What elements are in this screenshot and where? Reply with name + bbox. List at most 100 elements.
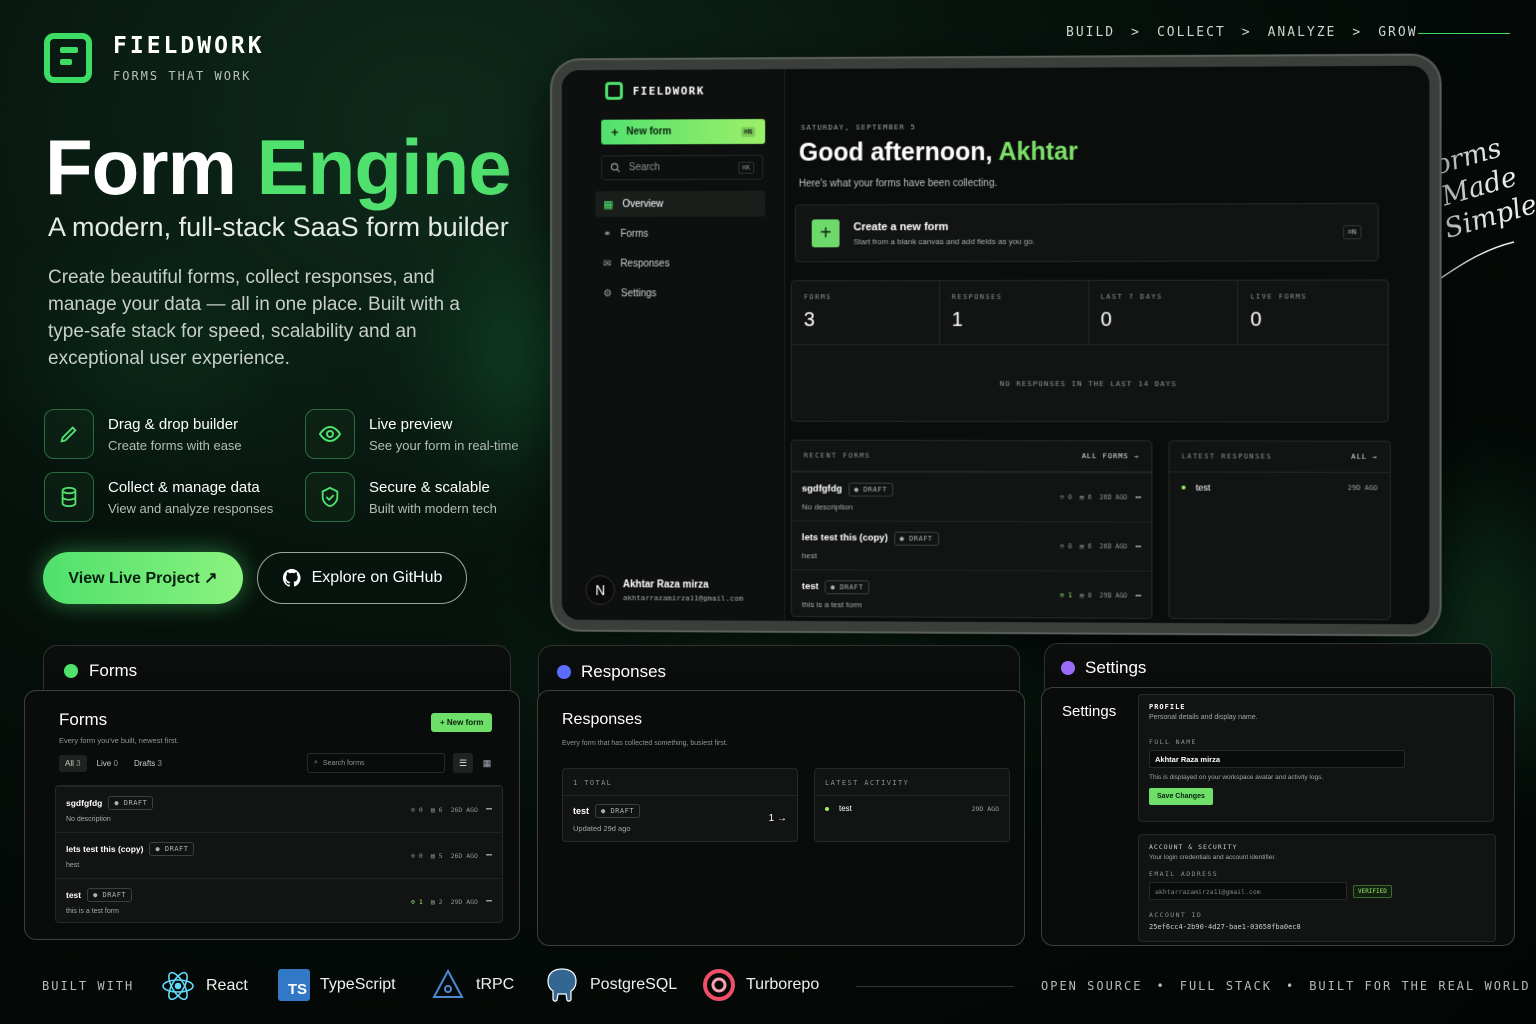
user-email: akhtarrazamirza11@gmail.com — [623, 593, 743, 603]
table-row[interactable]: sgdfgfdg ● DRAFT No description ⊖ 0 ▤ 6 2… — [56, 786, 502, 832]
grid-view-icon[interactable]: ▦ — [477, 753, 497, 773]
response-row[interactable]: test ● DRAFT Updated 29d ago 1 → — [563, 796, 797, 841]
filter-drafts[interactable]: Drafts 3 — [128, 755, 168, 772]
gear-icon: ⚙ — [603, 288, 612, 299]
explore-github-button[interactable]: Explore on GitHub — [257, 552, 467, 604]
create-title: Create a new form — [853, 220, 1034, 232]
save-changes-button[interactable]: Save Changes — [1149, 788, 1213, 805]
responses-value: 0 — [419, 852, 423, 860]
table-row[interactable]: lets test this (copy) ● DRAFT hest ⊖ 0 ▤ … — [792, 520, 1151, 570]
fields-value: 0 — [1088, 591, 1092, 599]
responses-window: Responses Every form that has collected … — [537, 690, 1025, 946]
app-sidebar: FIELDWORK + New form ⌘N Search ⌘K ▦ Overvi… — [562, 69, 785, 621]
activity-age: 29D AGO — [972, 805, 999, 813]
feature-desc: Built with modern tech — [369, 501, 497, 516]
react-icon — [160, 968, 196, 1004]
tech-label: Turborepo — [746, 976, 819, 994]
search-input[interactable]: Search ⌘K — [601, 155, 763, 180]
email-label: EMAIL ADDRESS — [1149, 870, 1485, 878]
filter-label: Live — [97, 759, 112, 768]
sidebar-label: Responses — [620, 258, 669, 269]
sidebar-item-responses[interactable]: ✉ Responses — [595, 250, 765, 276]
responses-total: 1 TOTAL — [563, 769, 797, 796]
table-row[interactable]: test ● DRAFT this is a test form ⊖ 1 ▤ 2 … — [56, 878, 502, 924]
fields-count: ▤ 6 — [1080, 493, 1092, 501]
stat-label: LIVE FORMS — [1250, 293, 1375, 301]
form-meta: ⊖ 0 ▤ 6 26D AGO ⋯ — [411, 804, 492, 815]
forms-search-input[interactable]: ⌕ Search forms — [307, 753, 445, 773]
feature-desc: See your form in real-time — [369, 438, 519, 453]
footer-divider — [856, 986, 1014, 987]
fields-value: 6 — [1088, 493, 1092, 501]
more-icon[interactable]: ⋯ — [486, 804, 492, 815]
user-name: Akhtar Raza mirza — [623, 579, 743, 590]
latest-responses-card: LATEST RESPONSES ALL → test 29D AGO — [1168, 440, 1390, 620]
sidebar-label: Settings — [621, 288, 657, 299]
activity-name: test — [839, 804, 852, 813]
responses-value: 0 — [1068, 542, 1072, 550]
hero-title-a: Form — [45, 123, 236, 211]
account-id: 25ef6cc4-2b90-4d27-bae1-03658fba0ec8 — [1149, 923, 1485, 931]
postgresql-icon — [544, 966, 580, 1004]
latest-activity-title: LATEST ACTIVITY — [815, 769, 1009, 796]
table-row[interactable]: test ● DRAFT this is a test form ⊖ 1 ▤ 0 … — [792, 569, 1151, 620]
pencil-icon — [44, 409, 94, 459]
tech-label: React — [206, 977, 248, 995]
database-icon — [44, 472, 94, 522]
form-name: lets test this (copy) — [66, 844, 143, 854]
grid-icon: ▦ — [603, 198, 613, 211]
handwritten-underline — [1436, 238, 1516, 284]
list-view-icon[interactable]: ☰ — [453, 753, 473, 773]
more-icon[interactable]: ⋯ — [486, 850, 492, 861]
table-row[interactable]: lets test this (copy) ● DRAFT hest ⊖ 0 ▤ … — [56, 832, 502, 878]
filter-live[interactable]: Live 0 — [91, 755, 124, 772]
stat-responses: RESPONSES 1 — [940, 281, 1089, 344]
new-form-button[interactable]: + New form ⌘N — [601, 119, 765, 145]
sidebar-item-overview[interactable]: ▦ Overview — [595, 191, 765, 217]
status-badge: ● DRAFT — [894, 531, 939, 545]
create-form-card[interactable]: + Create a new form Start from a blank c… — [795, 203, 1379, 262]
purple-dot — [1061, 661, 1075, 675]
full-name-hint: This is displayed on your workspace avat… — [1149, 774, 1483, 781]
user-card[interactable]: N Akhtar Raza mirza akhtarrazamirza11@gm… — [585, 570, 773, 611]
more-icon[interactable]: ⋯ — [1135, 492, 1141, 503]
form-meta: ⊖ 0 ▤ 6 26D AGO ⋯ — [1060, 492, 1141, 503]
form-name: test — [802, 581, 819, 592]
fields-count: ▤ 0 — [1080, 591, 1092, 599]
table-row[interactable]: sgdfgfdg ● DRAFT No description ⊖ 0 ▤ 6 2… — [792, 472, 1151, 522]
responses-value: 1 — [419, 898, 423, 906]
view-live-project-button[interactable]: View Live Project ↗ — [43, 552, 243, 604]
filter-all[interactable]: All 3 — [59, 755, 87, 772]
verified-badge: VERIFIED — [1353, 885, 1392, 898]
form-meta: ⊖ 1 ▤ 2 29D AGO ⋯ — [411, 896, 492, 907]
fields-count: ▤ 5 — [431, 852, 443, 860]
forms-new-button[interactable]: + New form — [431, 713, 492, 732]
latest-row[interactable]: test 29D AGO — [1170, 472, 1390, 503]
built-with-label: BUILT WITH — [42, 979, 134, 993]
turborepo-icon — [702, 968, 736, 1002]
step-sep: > — [1352, 25, 1362, 40]
all-forms-link[interactable]: ALL FORMS → — [1082, 452, 1140, 460]
tech-label: TypeScript — [320, 976, 396, 994]
status-badge: ● DRAFT — [848, 482, 893, 496]
footer-open-source: OPEN SOURCE — [1041, 979, 1142, 993]
eye-icon — [305, 409, 355, 459]
more-icon[interactable]: ⋯ — [1135, 541, 1141, 552]
step-build: BUILD — [1066, 25, 1115, 40]
all-responses-link[interactable]: ALL → — [1351, 453, 1377, 461]
tech-label: tRPC — [476, 976, 514, 994]
sidebar-item-forms[interactable]: ⚭ Forms — [595, 221, 765, 247]
responses-value: 0 — [1068, 493, 1072, 501]
latest-activity-row[interactable]: test 29D AGO — [815, 796, 1009, 821]
more-icon[interactable]: ⋯ — [1135, 590, 1141, 601]
more-icon[interactable]: ⋯ — [486, 896, 492, 907]
fields-count: ▤ 6 — [1080, 542, 1092, 550]
fieldwork-logo-icon — [44, 33, 92, 83]
sidebar-item-settings[interactable]: ⚙ Settings — [595, 280, 765, 306]
form-age: 26D AGO — [451, 852, 478, 860]
responses-title: Responses — [562, 711, 642, 729]
settings-window: Settings PROFILE Personal details and di… — [1041, 687, 1515, 946]
full-name-field[interactable]: Akhtar Raza mirza — [1149, 750, 1405, 768]
responses-count: ⊖ 1 — [1060, 591, 1072, 599]
trpc-icon — [430, 967, 466, 1003]
